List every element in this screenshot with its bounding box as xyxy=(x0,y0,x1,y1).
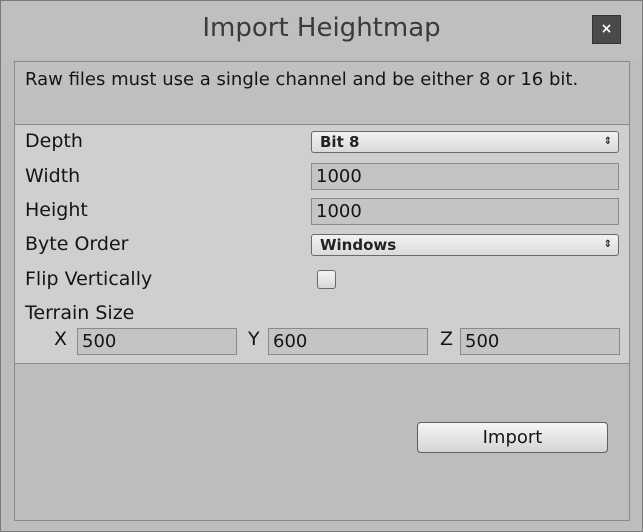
byte-order-dropdown[interactable]: Windows ⇕ xyxy=(311,234,619,256)
height-input[interactable]: 1000 xyxy=(311,198,619,225)
dropdown-arrow-icon: ⇕ xyxy=(603,239,612,250)
terrain-x-label: X xyxy=(54,328,68,350)
terrain-y-label: Y xyxy=(248,328,260,350)
close-icon: × xyxy=(600,21,613,37)
terrain-x-input[interactable]: 500 xyxy=(77,328,237,355)
byte-order-label: Byte Order xyxy=(25,233,129,255)
dialog-title: Import Heightmap xyxy=(202,13,441,43)
terrain-z-label: Z xyxy=(440,328,454,350)
import-button[interactable]: Import xyxy=(417,422,608,453)
info-box: Raw files must use a single channel and … xyxy=(15,62,629,125)
width-label: Width xyxy=(25,165,81,187)
depth-label: Depth xyxy=(25,130,83,152)
flip-vertically-checkbox[interactable] xyxy=(317,270,336,289)
flip-vertically-label: Flip Vertically xyxy=(25,268,153,290)
info-message: Raw files must use a single channel and … xyxy=(25,69,579,90)
close-button[interactable]: × xyxy=(592,15,621,44)
settings-panel: Depth Bit 8 ⇕ Width 1000 Height 1000 Byt… xyxy=(15,125,629,364)
terrain-z-input[interactable]: 500 xyxy=(460,328,620,355)
byte-order-dropdown-value: Windows xyxy=(320,236,397,254)
depth-dropdown-value: Bit 8 xyxy=(320,133,360,151)
terrain-size-label: Terrain Size xyxy=(25,302,135,324)
terrain-y-input[interactable]: 600 xyxy=(268,328,428,355)
import-heightmap-dialog: Import Heightmap × Raw files must use a … xyxy=(0,0,643,532)
depth-dropdown[interactable]: Bit 8 ⇕ xyxy=(311,131,619,153)
width-input[interactable]: 1000 xyxy=(311,163,619,190)
dropdown-arrow-icon: ⇕ xyxy=(603,136,612,147)
title-bar[interactable]: Import Heightmap × xyxy=(1,1,642,59)
height-label: Height xyxy=(25,199,88,221)
